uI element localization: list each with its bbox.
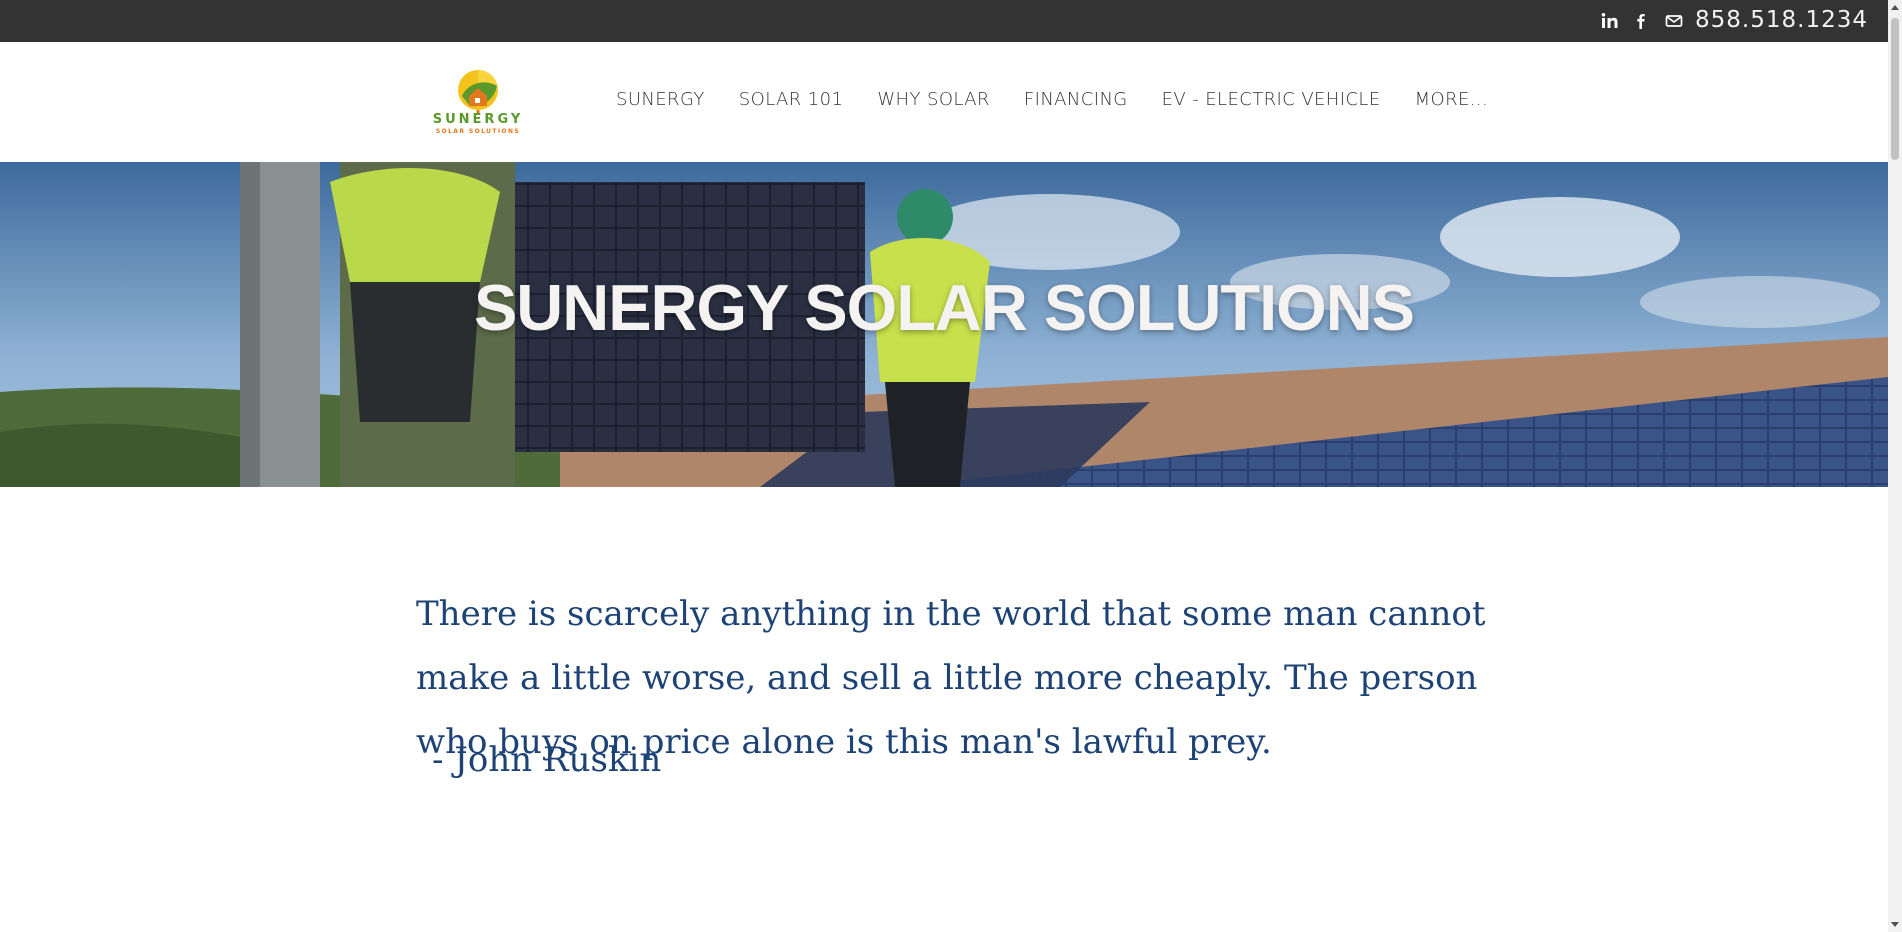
logo-name: SUNERGY xyxy=(432,112,524,127)
logo-tagline: SOLAR SOLUTIONS xyxy=(435,128,521,135)
email-icon[interactable] xyxy=(1664,11,1684,31)
page-scrollbar[interactable] xyxy=(1888,0,1902,932)
nav-item-financing[interactable]: FINANCING xyxy=(1024,89,1128,110)
nav-item-why-solar[interactable]: WHY SOLAR xyxy=(877,89,990,110)
nav-item-ev[interactable]: EV - ELECTRIC VEHICLE xyxy=(1162,89,1381,110)
sun-house-icon xyxy=(458,70,498,115)
main-nav: SUNERGY SOLAR 101 WHY SOLAR FINANCING EV… xyxy=(616,89,1488,110)
nav-item-more[interactable]: MORE... xyxy=(1415,89,1489,110)
top-bar: 858.518.1234 xyxy=(0,0,1888,42)
quote-author: - John Ruskin xyxy=(432,740,662,780)
scroll-thumb[interactable] xyxy=(1891,18,1899,160)
hero-banner: SUNERGY SOLAR SOLUTIONS xyxy=(0,162,1888,487)
nav-item-solar-101[interactable]: SOLAR 101 xyxy=(739,89,844,110)
phone-number[interactable]: 858.518.1234 xyxy=(1695,7,1868,33)
logo[interactable]: SUNERGY SOLAR SOLUTIONS xyxy=(422,66,534,138)
linkedin-icon[interactable] xyxy=(1600,11,1620,31)
hero-title: SUNERGY SOLAR SOLUTIONS xyxy=(473,271,1415,344)
nav-item-sunergy[interactable]: SUNERGY xyxy=(616,89,705,110)
site-header: SUNERGY SOLAR SOLUTIONS SUNERGY SOLAR 10… xyxy=(0,42,1888,162)
scroll-up-arrow-icon[interactable] xyxy=(1891,5,1899,10)
facebook-icon[interactable] xyxy=(1631,11,1651,31)
scroll-down-arrow-icon[interactable] xyxy=(1891,922,1899,927)
